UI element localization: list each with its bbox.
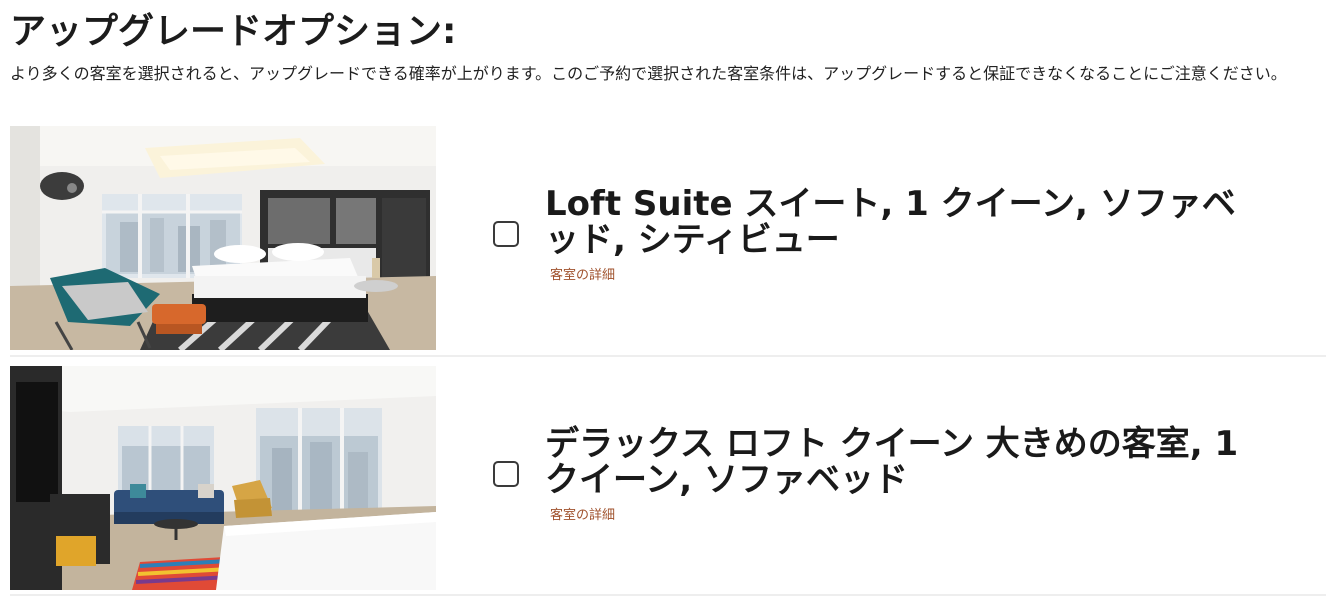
room-select-checkbox[interactable] xyxy=(493,221,519,247)
room-divider xyxy=(10,355,1326,357)
section-heading: アップグレードオプション: xyxy=(10,11,457,52)
room-select-checkbox[interactable] xyxy=(493,461,519,487)
room-title: Loft Suite スイート, 1 クイーン, ソファベッド, シティビュー xyxy=(545,184,1236,260)
room-option-1: Loft Suite スイート, 1 クイーン, ソファベッド, シティビュー … xyxy=(10,126,1326,350)
intro-text: より多くの客室を選択されると、アップグレードできる確率が上がります。このご予約で… xyxy=(10,64,1287,83)
room-details-link[interactable]: 客室の詳細 xyxy=(550,504,615,523)
room-photo xyxy=(10,126,436,350)
room-option-2: デラックス ロフト クイーン 大きめの客室, 1 クイーン, ソファベッド 客室… xyxy=(10,366,1326,590)
room-details-link[interactable]: 客室の詳細 xyxy=(550,264,615,283)
room-photo xyxy=(10,366,436,590)
upgrade-options-section: アップグレードオプション: より多くの客室を選択されると、アップグレードできる確… xyxy=(0,0,1326,597)
room-divider xyxy=(10,594,1326,596)
room-title: デラックス ロフト クイーン 大きめの客室, 1 クイーン, ソファベッド xyxy=(545,424,1239,500)
